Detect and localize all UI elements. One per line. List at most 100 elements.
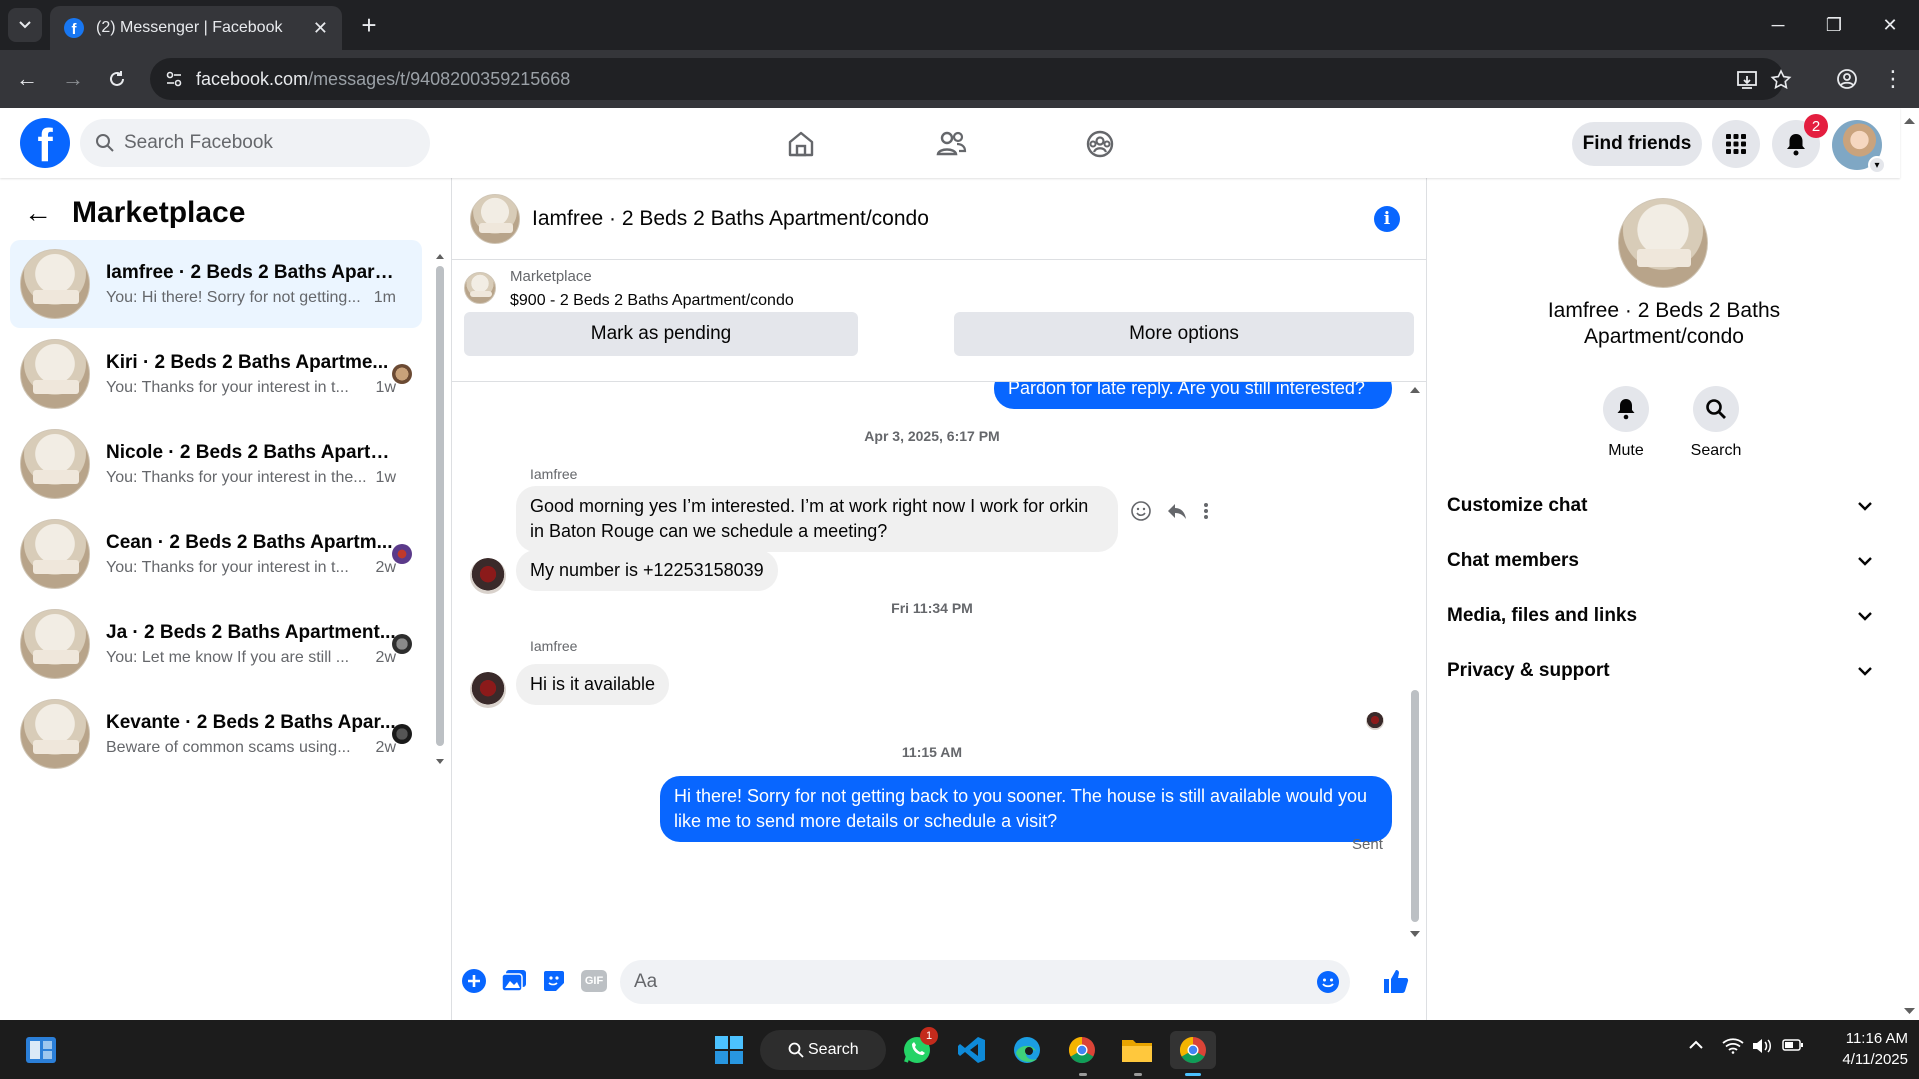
sticker-icon[interactable] xyxy=(540,967,568,995)
search-icon xyxy=(1693,386,1739,432)
browser-tab-bar: f (2) Messenger | Facebook ✕ + ─ ❐ ✕ xyxy=(0,0,1919,50)
bookmark-star-icon[interactable] xyxy=(1770,69,1792,91)
conversation-snippet: You: Thanks for your interest in t... xyxy=(106,378,349,396)
customize-chat-row[interactable]: Customize chat xyxy=(1447,484,1881,528)
conversation-item-nicole[interactable]: Nicole · 2 Beds 2 Baths Apartme... You: … xyxy=(10,420,422,508)
install-app-icon[interactable] xyxy=(1736,69,1758,91)
chat-header: Iamfree · 2 Beds 2 Baths Apartment/condo… xyxy=(452,178,1426,260)
more-icon[interactable] xyxy=(1202,500,1210,522)
profile-icon[interactable] xyxy=(1830,62,1864,96)
sender-avatar[interactable] xyxy=(470,672,506,708)
facebook-search-input[interactable]: Search Facebook xyxy=(80,119,430,167)
minimize-button[interactable]: ─ xyxy=(1750,0,1806,50)
sidebar-scroll-thumb[interactable] xyxy=(436,266,444,746)
conversation-name: Kevante · 2 Beds 2 Baths Apar... xyxy=(106,711,396,733)
more-options-button[interactable]: More options xyxy=(954,312,1414,356)
listing-thumbnail xyxy=(464,272,496,304)
forward-button[interactable]: → xyxy=(56,62,90,96)
seen-avatar xyxy=(392,724,412,744)
facebook-favicon-icon: f xyxy=(64,18,84,38)
groups-icon[interactable] xyxy=(1078,122,1122,166)
start-windows-icon[interactable] xyxy=(710,1031,748,1069)
plus-circle-icon[interactable] xyxy=(460,967,488,995)
taskbar-search[interactable]: Search xyxy=(760,1030,886,1070)
wifi-icon[interactable] xyxy=(1722,1038,1744,1059)
reload-button[interactable] xyxy=(100,62,134,96)
chrome-profile-icon[interactable] xyxy=(1170,1031,1216,1069)
listing-title[interactable]: $900 - 2 Beds 2 Baths Apartment/condo xyxy=(510,292,794,310)
conversation-time: 2w xyxy=(375,648,396,666)
sidebar-scrollbar[interactable] xyxy=(434,248,446,768)
widgets-icon[interactable] xyxy=(22,1031,60,1069)
system-clock[interactable]: 11:16 AM 4/11/2025 xyxy=(1818,1028,1908,1070)
photo-icon[interactable] xyxy=(500,967,528,995)
browser-menu-icon[interactable]: ⋮ xyxy=(1876,62,1910,96)
conversation-time: 1w xyxy=(375,468,396,486)
conversation-name: Nicole · 2 Beds 2 Baths Apartme... xyxy=(106,441,396,463)
conversation-item-ja[interactable]: Ja · 2 Beds 2 Baths Apartment... You: Le… xyxy=(10,600,422,688)
react-emoji-icon[interactable] xyxy=(1130,500,1152,522)
conversation-name: Kiri · 2 Beds 2 Baths Apartme... xyxy=(106,351,389,373)
listing-thumbnail xyxy=(20,339,90,409)
new-tab-button[interactable]: + xyxy=(352,8,386,42)
home-icon[interactable] xyxy=(779,122,823,166)
delivery-status: Sent xyxy=(1352,836,1383,853)
find-friends-button[interactable]: Find friends xyxy=(1572,122,1702,166)
facebook-logo-icon[interactable]: f xyxy=(20,118,70,168)
mute-button[interactable]: Mute xyxy=(1591,386,1661,460)
conversation-item-iamfree[interactable]: Iamfree · 2 Beds 2 Baths Apartm... You: … xyxy=(10,240,422,328)
message-input-placeholder: Aa xyxy=(634,971,658,992)
chat-members-row[interactable]: Chat members xyxy=(1447,539,1881,583)
reply-icon[interactable] xyxy=(1166,500,1188,522)
conversation-item-kevante[interactable]: Kevante · 2 Beds 2 Baths Apar... Beware … xyxy=(10,690,422,778)
back-button[interactable]: ← xyxy=(10,62,44,96)
thumbs-up-icon[interactable] xyxy=(1382,967,1410,995)
seen-avatar xyxy=(392,634,412,654)
restore-button[interactable]: ❐ xyxy=(1806,0,1862,50)
windows-taskbar: Search 1 11:16 AM 4/11/2025 xyxy=(0,1020,1919,1079)
search-icon xyxy=(96,134,114,152)
page-scrollbar[interactable] xyxy=(1900,108,1919,1020)
close-window-button[interactable]: ✕ xyxy=(1862,0,1918,50)
media-files-links-row[interactable]: Media, files and links xyxy=(1447,594,1881,638)
tab-search-button[interactable] xyxy=(8,8,42,42)
battery-icon[interactable] xyxy=(1782,1038,1804,1057)
chat-scroll-thumb[interactable] xyxy=(1411,690,1419,922)
conversation-item-cean[interactable]: Cean · 2 Beds 2 Baths Apartm... You: Tha… xyxy=(10,510,422,598)
listing-thumbnail xyxy=(20,519,90,589)
tray-chevron-icon[interactable] xyxy=(1688,1038,1704,1056)
site-info-icon[interactable] xyxy=(164,69,184,89)
menu-grid-icon[interactable] xyxy=(1712,120,1760,168)
timestamp: 11:15 AM xyxy=(901,744,963,760)
mark-as-pending-button[interactable]: Mark as pending xyxy=(464,312,858,356)
chat-profile-thumbnail[interactable] xyxy=(1618,198,1708,288)
vscode-icon[interactable] xyxy=(953,1031,991,1069)
volume-icon[interactable] xyxy=(1752,1038,1772,1059)
friends-icon[interactable] xyxy=(929,122,973,166)
search-in-chat-button[interactable]: Search xyxy=(1681,386,1751,460)
url-path: /messages/t/9408200359215668 xyxy=(308,68,571,89)
url-input[interactable]: facebook.com/messages/t/9408200359215668 xyxy=(150,58,1792,100)
chat-title[interactable]: Iamfree · 2 Beds 2 Baths Apartment/condo xyxy=(532,207,929,231)
back-arrow-icon[interactable]: ← xyxy=(24,197,52,229)
file-explorer-icon[interactable] xyxy=(1118,1031,1156,1069)
sender-avatar[interactable] xyxy=(470,558,506,594)
chat-thumbnail[interactable] xyxy=(470,193,520,244)
outgoing-message: Pardon for late reply. Are you still int… xyxy=(994,382,1392,409)
browser-tab[interactable]: f (2) Messenger | Facebook ✕ xyxy=(50,6,342,50)
message-input[interactable]: Aa xyxy=(620,960,1350,1004)
emoji-icon[interactable] xyxy=(1316,970,1340,994)
chrome-icon[interactable] xyxy=(1063,1031,1101,1069)
info-icon[interactable]: i xyxy=(1374,206,1400,232)
close-tab-icon[interactable]: ✕ xyxy=(313,18,328,39)
seen-avatar xyxy=(392,364,412,384)
active-indicator xyxy=(1185,1073,1201,1076)
edge-icon[interactable] xyxy=(1008,1031,1046,1069)
chat-scrollbar[interactable] xyxy=(1408,382,1422,942)
privacy-support-row[interactable]: Privacy & support xyxy=(1447,649,1881,693)
conversation-item-kiri[interactable]: Kiri · 2 Beds 2 Baths Apartme... You: Th… xyxy=(10,330,422,418)
account-avatar[interactable]: ▾ xyxy=(1832,120,1886,174)
conversation-name: Iamfree · 2 Beds 2 Baths Apartm... xyxy=(106,261,396,283)
timestamp: Apr 3, 2025, 6:17 PM xyxy=(864,428,1000,444)
gif-icon[interactable]: GIF xyxy=(580,967,608,995)
